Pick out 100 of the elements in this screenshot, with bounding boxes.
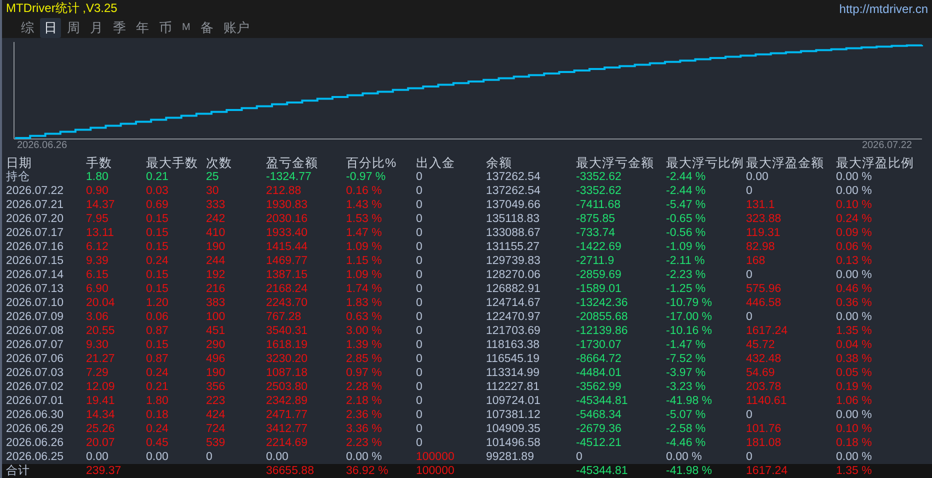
- table-cell-text: 0: [416, 296, 424, 310]
- table-cell-text: 1.80: [146, 394, 170, 408]
- table-cell-text: 2026.06.30: [6, 408, 65, 422]
- table-cell-text: 0.00: [266, 450, 290, 464]
- tab[interactable]: 综: [17, 18, 38, 38]
- tab[interactable]: 账户: [219, 18, 254, 38]
- table-cell-text: 1.43 %: [346, 198, 383, 212]
- table-cell-text: 0: [416, 198, 424, 212]
- tab[interactable]: 周: [63, 18, 84, 38]
- table-cell-text: 323.88: [746, 212, 782, 226]
- table-cell-text: -41.98 %: [666, 464, 714, 478]
- tab[interactable]: 季: [109, 18, 130, 38]
- table-cell-text: -45344.81: [576, 464, 629, 478]
- table-cell-text: 2026.07.08: [6, 324, 65, 338]
- table-cell-text: 1.35 %: [836, 324, 873, 338]
- table-cell-text: 1.83 %: [346, 296, 383, 310]
- table-cell-text: 3540.31: [266, 324, 309, 338]
- table-cell-text: 190: [206, 240, 226, 254]
- column-header: 最大浮盈金额: [746, 156, 825, 170]
- table-cell-text: 1.06 %: [836, 394, 873, 408]
- table-cell-text: 135118.83: [486, 212, 541, 226]
- table-cell-text: 21.27: [86, 352, 116, 366]
- table-cell-text: 122470.97: [486, 310, 542, 324]
- table-cell-text: 0.00 %: [836, 170, 873, 184]
- table-cell-text: 0.00: [86, 450, 110, 464]
- tab[interactable]: 月: [86, 18, 107, 38]
- table-cell-text: 36.92 %: [346, 464, 390, 478]
- table-cell-text: -3352.62: [576, 170, 622, 184]
- table-cell-text: 112227.81: [486, 380, 541, 394]
- table-cell-text: 0: [746, 450, 754, 464]
- table-cell-text: 0: [416, 408, 424, 422]
- table-cell-text: 1930.83: [266, 198, 309, 212]
- table-cell-text: 30: [206, 184, 220, 198]
- table-cell-text: -8664.72: [576, 352, 622, 366]
- table-cell-text: 0.45: [146, 436, 170, 450]
- table-cell-text: 20.55: [86, 324, 116, 338]
- website-link[interactable]: http://mtdriver.cn: [839, 2, 928, 16]
- table-cell-text: 3230.20: [266, 352, 309, 366]
- table-cell-text: 36655.88: [266, 464, 315, 478]
- axis-label: 2026.07.22: [862, 140, 912, 151]
- table-cell-text: 0: [746, 184, 754, 198]
- table-cell-text: -7.52 %: [666, 352, 707, 366]
- table-cell-text: 0.63 %: [346, 310, 383, 324]
- table-cell-text: -41.98 %: [666, 394, 714, 408]
- table-cell-text: 0.87: [146, 352, 170, 366]
- table-cell-text: 2026.07.09: [6, 310, 65, 324]
- table-cell-text: 223: [206, 394, 226, 408]
- table-cell-text: 1469.77: [266, 254, 309, 268]
- table-cell-text: 2030.16: [266, 212, 309, 226]
- table-cell-text: 1.80: [86, 170, 110, 184]
- tab[interactable]: 年: [132, 18, 153, 38]
- table-cell-text: 25.26: [86, 422, 116, 436]
- table-cell-text: 0: [746, 408, 754, 422]
- table-cell-text: -1730.07: [576, 338, 622, 352]
- table-cell-text: -0.65 %: [666, 212, 707, 226]
- table-cell-text: 1.15 %: [346, 254, 383, 268]
- table-cell-text: 0: [416, 268, 424, 282]
- table-cell-text: 0.15: [146, 338, 170, 352]
- table-cell-text: 116545.19: [486, 352, 541, 366]
- table-cell-text: -4512.21: [576, 436, 622, 450]
- table-cell-text: 2214.69: [266, 436, 309, 450]
- column-header: 最大浮亏比例: [666, 156, 745, 170]
- table-cell-text: 2.23 %: [346, 436, 383, 450]
- table-cell-text: 1415.44: [266, 240, 309, 254]
- table-cell-text: 0.38 %: [836, 352, 873, 366]
- table-cell-text: 0: [576, 450, 584, 464]
- table-cell-text: 0.15: [146, 212, 170, 226]
- table-cell-text: 0.90: [86, 184, 110, 198]
- tab[interactable]: 币: [155, 18, 176, 38]
- table-cell-text: 0: [416, 366, 424, 380]
- tab[interactable]: 日: [40, 18, 61, 38]
- table-cell-text: 0: [416, 226, 424, 240]
- table-cell-text: 168: [746, 254, 766, 268]
- table-cell-text: 0: [416, 184, 424, 198]
- table-cell-text: 99281.89: [486, 450, 535, 464]
- table-cell-text: -2679.36: [576, 422, 622, 436]
- table-cell-text: -0.56 %: [666, 226, 707, 240]
- table-cell-text: 2026.06.25: [6, 450, 65, 464]
- table-cell-text: 0: [416, 436, 424, 450]
- tab[interactable]: M: [178, 21, 194, 34]
- table-cell-text: 451: [206, 324, 226, 338]
- table-cell-text: 0.04 %: [836, 338, 873, 352]
- table-cell-text: -10.16 %: [666, 324, 714, 338]
- table-cell-text: 14.37: [86, 198, 116, 212]
- table-cell-text: -2711.9: [576, 254, 616, 268]
- tab[interactable]: 备: [196, 18, 218, 38]
- table-cell-text: 113314.99: [486, 366, 541, 380]
- table-cell-text: 6.90: [86, 282, 110, 296]
- table-cell-text: 1.35 %: [836, 464, 873, 478]
- table-cell-text: 0: [416, 282, 424, 296]
- table-cell-text: 1.74 %: [346, 282, 383, 296]
- table-cell-text: 2026.07.13: [6, 282, 65, 296]
- table-cell-text: -733.74: [576, 226, 616, 240]
- table-cell-text: 12.09: [86, 380, 116, 394]
- table-cell-text: 539: [206, 436, 226, 450]
- table-cell-text: 333: [206, 198, 226, 212]
- column-header: 出入金: [416, 156, 456, 170]
- column-header: 最大手数: [146, 156, 199, 170]
- table-cell-text: 0.05 %: [836, 366, 873, 380]
- table-cell-text: 0: [416, 352, 424, 366]
